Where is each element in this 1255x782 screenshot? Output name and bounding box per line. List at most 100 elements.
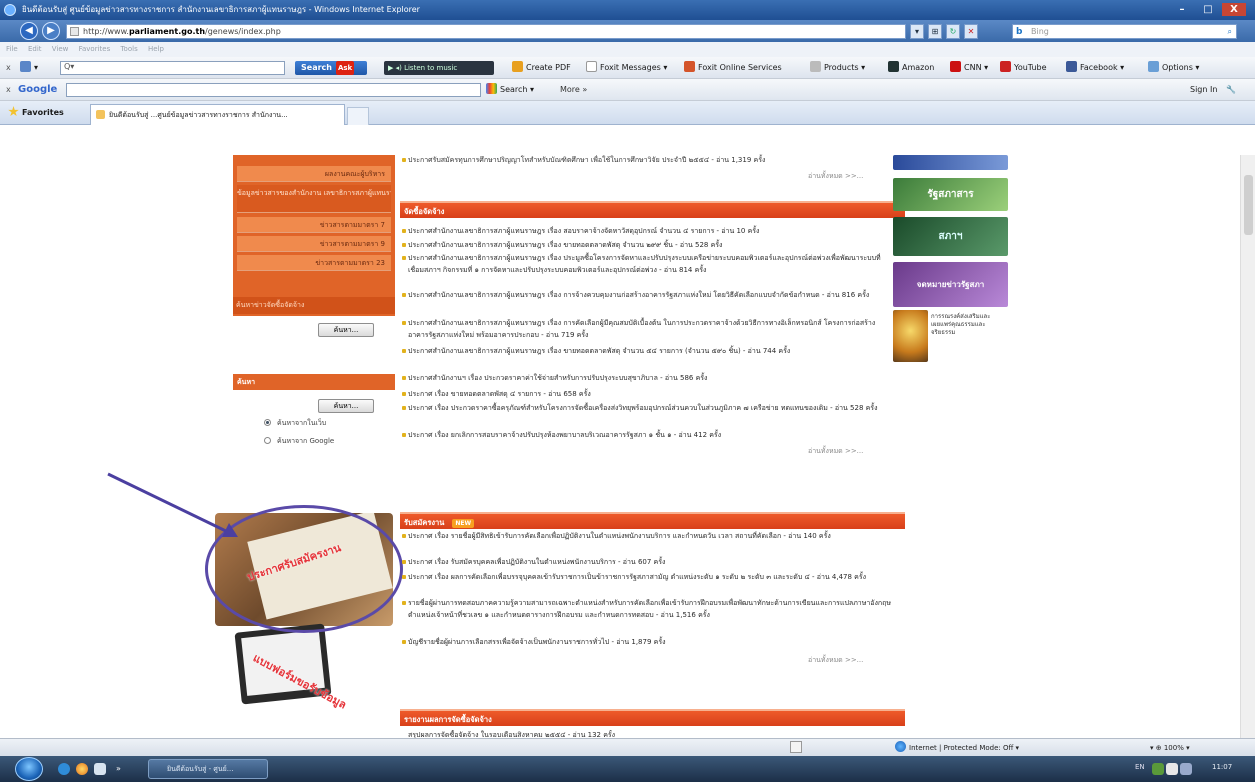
ethics-caption[interactable]: การรณรงค์ส่งเสริมและเผยแพร่คุณธรรมและจริ… — [931, 313, 991, 337]
browser-tab[interactable]: ยินดีต้อนรับสู่ ...ศูนย์ข้อมูลข่าวสารทาง… — [90, 104, 345, 125]
form-promo-image[interactable]: แบบฟอร์มขอรับข้อมูล — [228, 623, 386, 730]
products-button[interactable]: Products ▾ — [810, 61, 865, 75]
sign-in-link[interactable]: Sign In — [1190, 83, 1217, 97]
new-tab-button[interactable] — [347, 107, 369, 125]
firefox-quicklaunch-icon[interactable] — [76, 763, 88, 775]
vertical-scrollbar[interactable] — [1240, 155, 1255, 738]
desktop-quicklaunch-icon[interactable] — [94, 763, 106, 775]
bing-search-input[interactable]: b Bing ⌕ — [1012, 24, 1237, 39]
read-all-link-jobs[interactable]: อ่านทั้งหมด >>... — [808, 655, 863, 666]
list-item[interactable]: ประกาศสำนักงานฯ เรื่อง ประกวดราคาค่าใช้จ… — [402, 373, 894, 385]
list-item[interactable]: ประกาศสำนักงานเลขาธิการสภาผู้แทนราษฎร เร… — [402, 253, 894, 276]
search-icon[interactable]: ⌕ — [1228, 25, 1232, 38]
forward-arrow-icon[interactable]: ▶ — [42, 22, 60, 40]
amazon-button[interactable]: Amazon — [888, 61, 934, 75]
refresh-icon[interactable]: ↻ — [946, 24, 960, 39]
list-item-scholarship[interactable]: ประกาศรับสมัครทุนการศึกษาปริญญาโทสำหรับบ… — [402, 155, 894, 167]
list-item[interactable]: ประกาศ เรื่อง ประกวดราคาซื้อครุภัณฑ์สำหร… — [402, 403, 894, 415]
start-button[interactable] — [15, 757, 43, 781]
tray-volume-icon[interactable] — [1180, 763, 1192, 775]
status-bar: Internet | Protected Mode: Off ▾ ▾ ⊕ 100… — [0, 738, 1255, 756]
quicklaunch-more-icon[interactable]: » — [116, 763, 128, 775]
create-pdf-button[interactable]: Create PDF — [512, 61, 571, 75]
list-item[interactable]: ประกาศ เรื่อง รับสมัครบุคคลเพื่อปฏิบัติง… — [402, 557, 894, 569]
list-item[interactable]: ประกาศ เรื่อง ยกเลิกการสอบราคาจ้างปรับปร… — [402, 430, 894, 442]
nav-item-section-23[interactable]: ข่าวสารตามมาตรา 23 — [237, 255, 391, 271]
toolbar-search-input[interactable]: Q▾ — [60, 61, 285, 75]
rathasarn-banner[interactable]: รัฐสภาสาร — [893, 178, 1008, 211]
pdf-icon — [512, 61, 523, 72]
windows-taskbar: » ยินดีต้อนรับสู่ - ศูนย์... EN 11:07 — [0, 756, 1255, 782]
radio-player[interactable]: ▶ ◂) Listen to music — [384, 61, 494, 75]
nav-item-section-9[interactable]: ข่าวสารตามมาตรา 9 — [237, 236, 391, 252]
toolbar-close-button[interactable]: x — [6, 61, 11, 75]
menu-tools[interactable]: Tools — [120, 45, 137, 53]
list-item[interactable]: ประกาศ เรื่อง ขายทอดตลาดพัสดุ ๔ รายการ -… — [402, 389, 894, 401]
cnn-button[interactable]: CNN ▾ — [950, 61, 988, 75]
url-path: /genews/index.php — [205, 27, 281, 36]
menu-file[interactable]: File — [6, 45, 18, 53]
favorites-button[interactable]: Favorites — [8, 106, 64, 120]
search-web-radio[interactable]: ค้นหาจากในเว็บ — [264, 418, 326, 428]
nav-item-section-7[interactable]: ข่าวสารตามมาตรา 7 — [237, 217, 391, 233]
taskbar-ie-window[interactable]: ยินดีต้อนรับสู่ - ศูนย์... — [148, 759, 268, 779]
google-search-button[interactable]: Search ▾ — [486, 83, 534, 97]
pencil-icon[interactable]: ▾ — [20, 61, 38, 75]
system-tray-icons[interactable] — [1152, 763, 1202, 775]
security-zone[interactable]: Internet | Protected Mode: Off ▾ — [895, 739, 1019, 757]
foxit-online-button[interactable]: Foxit Online Services — [684, 61, 782, 75]
buddha-image[interactable] — [893, 310, 928, 362]
search-google-radio[interactable]: ค้นหาจาก Google — [264, 436, 334, 446]
parliament-banner[interactable]: สภาฯ — [893, 217, 1008, 256]
google-search-input[interactable] — [66, 83, 481, 97]
newsletter-banner[interactable]: จดหมายข่าวรัฐสภา — [893, 262, 1008, 307]
foxit-icon — [684, 61, 695, 72]
stop-icon[interactable]: ✕ — [964, 24, 978, 39]
clock[interactable]: 11:07 — [1212, 763, 1232, 771]
back-arrow-icon[interactable]: ◀ — [20, 22, 38, 40]
right-banner-top[interactable] — [893, 155, 1008, 170]
ie-quicklaunch-icon[interactable] — [58, 763, 70, 775]
url-input[interactable]: http://www.parliament.go.th/genews/index… — [66, 24, 906, 39]
tray-network-icon[interactable] — [1152, 763, 1164, 775]
search-ask-button[interactable]: Search Ask — [295, 61, 367, 75]
nav-item-office-info[interactable]: ข้อมูลข่าวสารของสำนักงาน เลขาธิการสภาผู้… — [237, 185, 391, 213]
list-item[interactable]: ประกาศ เรื่อง ผลการคัดเลือกเพื่อบรรจุบุค… — [402, 572, 894, 584]
close-window-button[interactable]: X — [1222, 3, 1246, 16]
procurement-report-heading: รายงานผลการจัดซื้อจัดจ้าง — [400, 709, 905, 726]
minimize-button[interactable]: – — [1170, 3, 1194, 16]
compat-view-icon[interactable]: ▾ — [910, 24, 924, 39]
list-item[interactable]: ประกาศสำนักงานเลขาธิการสภาผู้แทนราษฎร เร… — [402, 346, 894, 358]
list-item[interactable]: รายชื่อผู้ผ่านการทดสอบภาคความรู้ความสามา… — [402, 598, 894, 621]
youtube-button[interactable]: YouTube — [1000, 61, 1047, 75]
procurement-heading: จัดซื้อจัดจ้าง — [400, 201, 905, 218]
options-button[interactable]: Options ▾ — [1148, 61, 1199, 75]
zoom-control[interactable]: ▾ ⊕ 100% ▾ — [1150, 739, 1190, 757]
scroll-thumb[interactable] — [1244, 175, 1253, 235]
more-button[interactable]: More » — [560, 83, 587, 97]
menu-edit[interactable]: Edit — [28, 45, 42, 53]
menu-favorites[interactable]: Favorites — [79, 45, 111, 53]
list-item[interactable]: ประกาศสำนักงานเลขาธิการสภาผู้แทนราษฎร เร… — [402, 240, 894, 252]
facebook-button[interactable]: Facebook ▾ — [1066, 61, 1124, 75]
list-item[interactable]: ประกาศ เรื่อง รายชื่อผู้มีสิทธิเข้ารับกา… — [402, 531, 894, 543]
maximize-button[interactable]: □ — [1196, 3, 1220, 16]
list-item[interactable]: บัญชีรายชื่อผู้ผ่านการเลือกสรรเพื่อจัดจ้… — [402, 637, 894, 649]
wrench-icon[interactable]: 🔧 — [1226, 83, 1236, 97]
read-all-link-top[interactable]: อ่านทั้งหมด >>... — [808, 171, 863, 182]
list-item[interactable]: ประกาศสำนักงานเลขาธิการสภาผู้แทนราษฎร เร… — [402, 318, 894, 341]
tray-app-icon[interactable] — [1166, 763, 1178, 775]
site-search-button[interactable]: ค้นหา... — [318, 399, 374, 413]
list-item[interactable]: ประกาศสำนักงานเลขาธิการสภาผู้แทนราษฎร เร… — [402, 290, 894, 302]
compatibility-icon[interactable]: ⊞ — [928, 24, 942, 39]
procurement-search-button[interactable]: ค้นหา... — [318, 323, 374, 337]
nav-item-executive[interactable]: ผลงานคณะผู้บริหาร — [237, 166, 391, 182]
menu-view[interactable]: View — [52, 45, 69, 53]
list-item[interactable]: สรุปผลการจัดซื้อจัดจ้าง ในรอบเดือนสิงหาค… — [408, 730, 894, 738]
menu-help[interactable]: Help — [148, 45, 164, 53]
list-item[interactable]: ประกาศสำนักงานเลขาธิการสภาผู้แทนราษฎร เร… — [402, 226, 894, 238]
read-all-link-procurement[interactable]: อ่านทั้งหมด >>... — [808, 446, 863, 457]
google-toolbar-close[interactable]: x — [6, 83, 11, 97]
foxit-messages-button[interactable]: Foxit Messages ▾ — [586, 61, 667, 75]
language-indicator[interactable]: EN — [1135, 763, 1145, 771]
